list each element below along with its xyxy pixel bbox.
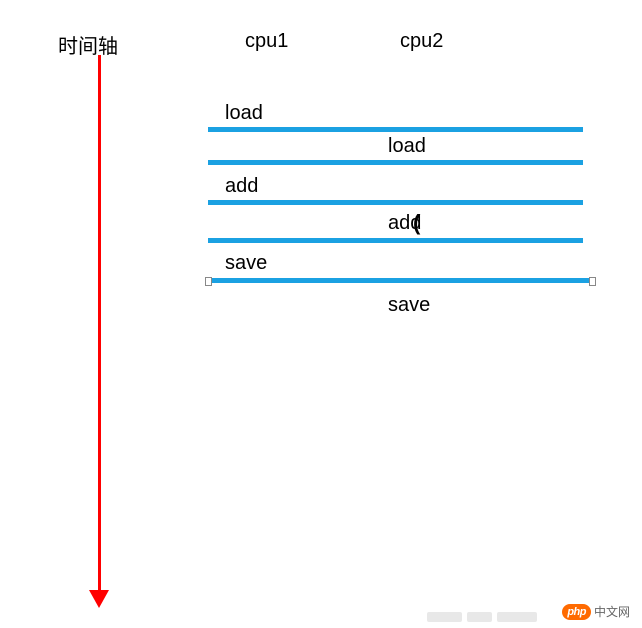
separator-bar — [208, 238, 583, 243]
logo-text: 中文网 — [594, 603, 630, 620]
separator-bar — [208, 160, 583, 165]
step-label-cpu2-load: load — [388, 135, 426, 158]
watermark-blur — [467, 612, 492, 622]
column-header-cpu1: cpu1 — [245, 30, 288, 53]
step-label-cpu1-load: load — [225, 102, 263, 125]
arrow-shaft — [98, 55, 101, 595]
step-label-cpu2-save: save — [388, 294, 430, 317]
paren-mark: ( — [413, 210, 420, 236]
step-label-cpu1-save: save — [225, 252, 267, 275]
arrow-head-icon — [89, 590, 109, 608]
watermark-blur — [497, 612, 537, 622]
separator-bar — [208, 200, 583, 205]
separator-bar — [208, 127, 583, 132]
logo-badge: php — [562, 604, 591, 620]
separator-bar-selected — [208, 278, 593, 283]
watermark-blur — [427, 612, 462, 622]
step-label-cpu1-add: add — [225, 175, 258, 198]
timeline-arrow — [90, 55, 110, 610]
column-header-cpu2: cpu2 — [400, 30, 443, 53]
site-logo: php 中文网 — [562, 603, 630, 620]
